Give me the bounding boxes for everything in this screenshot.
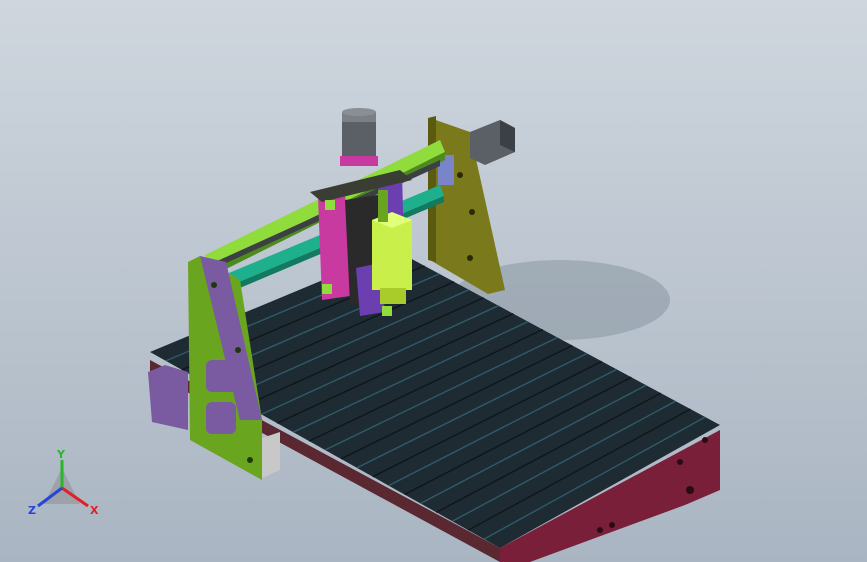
z-axis-stepper-motor[interactable] [340, 108, 378, 166]
x-axis-label: X [90, 504, 99, 517]
z-axis-label: Z [28, 504, 36, 517]
coordinate-triad: Y X Z [28, 448, 99, 517]
cnc-machine-model[interactable] [0, 0, 867, 562]
graphics-viewport[interactable]: Y X Z [0, 0, 867, 562]
y-axis-label: Y [56, 448, 66, 461]
